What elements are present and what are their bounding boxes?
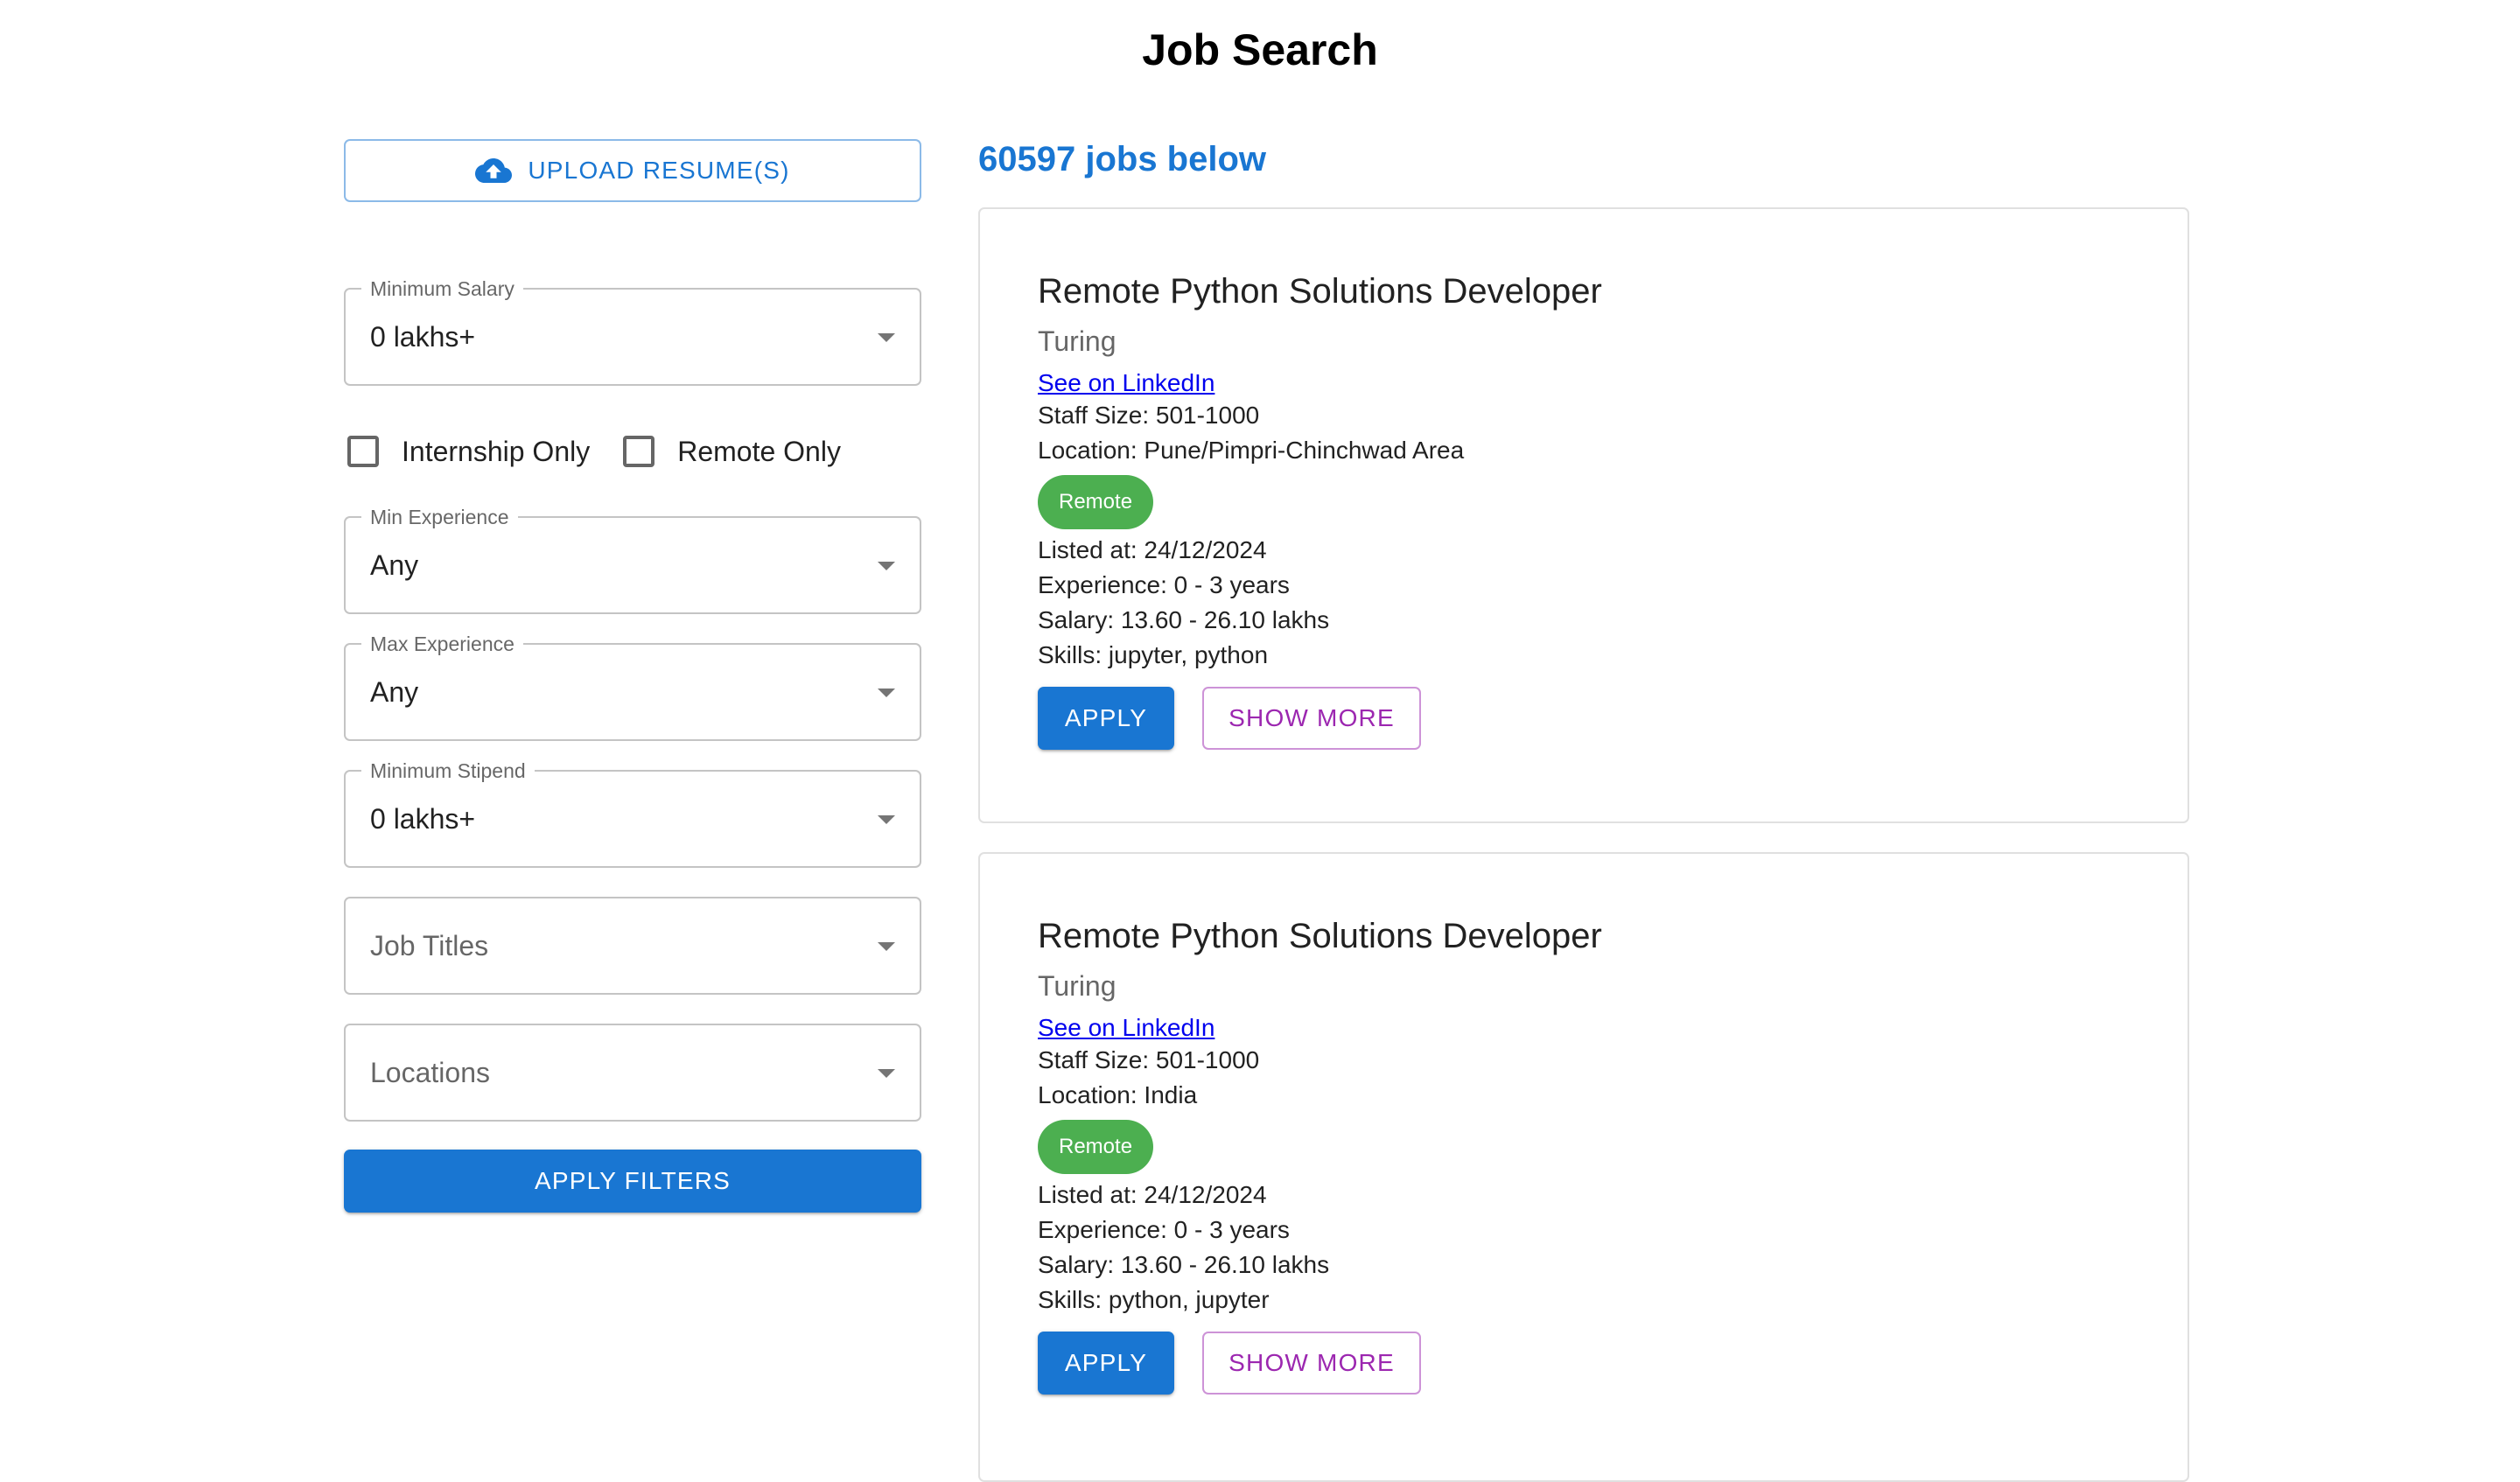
- page-title: Job Search: [1142, 25, 1378, 74]
- cloud-upload-icon: [475, 158, 513, 183]
- remote-only-checkbox[interactable]: Remote Only: [620, 436, 841, 468]
- apply-button[interactable]: APPLY: [1038, 1332, 1174, 1395]
- apply-button[interactable]: APPLY: [1038, 687, 1174, 750]
- minimum-salary-value: 0 lakhs+: [370, 320, 476, 353]
- salary: Salary: 13.60 - 26.10 lakhs: [1038, 1251, 1330, 1278]
- job-titles-placeholder: Job Titles: [370, 929, 489, 961]
- job-card: Remote Python Solutions Developer Turing…: [978, 207, 2189, 823]
- apply-filters-label: APPLY FILTERS: [534, 1167, 732, 1194]
- minimum-salary-select[interactable]: Minimum Salary 0 lakhs+: [344, 276, 921, 386]
- staff-size: Staff Size: 501-1000: [1038, 402, 1260, 429]
- arrow-drop-down-icon: [878, 1069, 895, 1078]
- remote-badge: Remote: [1038, 475, 1154, 529]
- arrow-drop-down-icon: [878, 942, 895, 951]
- show-more-button[interactable]: SHOW MORE: [1202, 687, 1421, 750]
- staff-size: Staff Size: 501-1000: [1038, 1046, 1260, 1073]
- arrow-drop-down-icon: [878, 333, 895, 342]
- upload-resume-button[interactable]: UPLOAD RESUME(S): [344, 139, 921, 202]
- listed-at: Listed at: 24/12/2024: [1038, 1181, 1267, 1208]
- results-count: 60597 jobs below: [978, 140, 1267, 178]
- show-more-button[interactable]: SHOW MORE: [1202, 1332, 1421, 1395]
- minimum-stipend-value: 0 lakhs+: [370, 802, 476, 835]
- job-card: Remote Python Solutions Developer Turing…: [978, 852, 2189, 1482]
- skills: Skills: jupyter, python: [1038, 641, 1269, 668]
- linkedin-link[interactable]: See on LinkedIn: [1038, 368, 1214, 398]
- experience: Experience: 0 - 3 years: [1038, 571, 1290, 598]
- max-experience-value: Any: [370, 675, 419, 708]
- minimum-stipend-select[interactable]: Minimum Stipend 0 lakhs+: [344, 758, 921, 868]
- salary: Salary: 13.60 - 26.10 lakhs: [1038, 606, 1330, 633]
- max-experience-select[interactable]: Max Experience Any: [344, 632, 921, 741]
- linkedin-link[interactable]: See on LinkedIn: [1038, 1013, 1214, 1043]
- internship-only-label: Internship Only: [402, 435, 591, 467]
- min-experience-select[interactable]: Min Experience Any: [344, 505, 921, 614]
- job-title: Remote Python Solutions Developer: [1038, 917, 1602, 955]
- remote-only-label: Remote Only: [677, 435, 841, 467]
- internship-only-checkbox[interactable]: Internship Only: [344, 436, 590, 468]
- job-titles-select[interactable]: Job Titles: [344, 897, 921, 995]
- checkbox-unchecked-icon[interactable]: [347, 436, 379, 467]
- apply-filters-button[interactable]: APPLY FILTERS: [344, 1150, 921, 1213]
- min-experience-value: Any: [370, 549, 419, 581]
- locations-placeholder: Locations: [370, 1056, 490, 1088]
- arrow-drop-down-icon: [878, 815, 895, 824]
- listed-at: Listed at: 24/12/2024: [1038, 536, 1267, 563]
- locations-select[interactable]: Locations: [344, 1024, 921, 1122]
- job-location: Location: Pune/Pimpri-Chinchwad Area: [1038, 437, 1465, 464]
- upload-resume-label: UPLOAD RESUME(S): [528, 157, 790, 184]
- job-location: Location: India: [1038, 1081, 1198, 1108]
- arrow-drop-down-icon: [878, 562, 895, 570]
- arrow-drop-down-icon: [878, 689, 895, 697]
- job-actions: APPLY SHOW MORE: [1038, 1332, 2152, 1395]
- checkbox-unchecked-icon[interactable]: [623, 436, 655, 467]
- skills: Skills: python, jupyter: [1038, 1286, 1270, 1313]
- company-name: Turing: [1038, 325, 1116, 357]
- job-actions: APPLY SHOW MORE: [1038, 687, 2152, 750]
- job-title: Remote Python Solutions Developer: [1038, 272, 1602, 311]
- experience: Experience: 0 - 3 years: [1038, 1216, 1290, 1243]
- company-name: Turing: [1038, 970, 1116, 1002]
- checkbox-row: Internship Only Remote Only: [344, 430, 841, 473]
- remote-badge: Remote: [1038, 1120, 1154, 1174]
